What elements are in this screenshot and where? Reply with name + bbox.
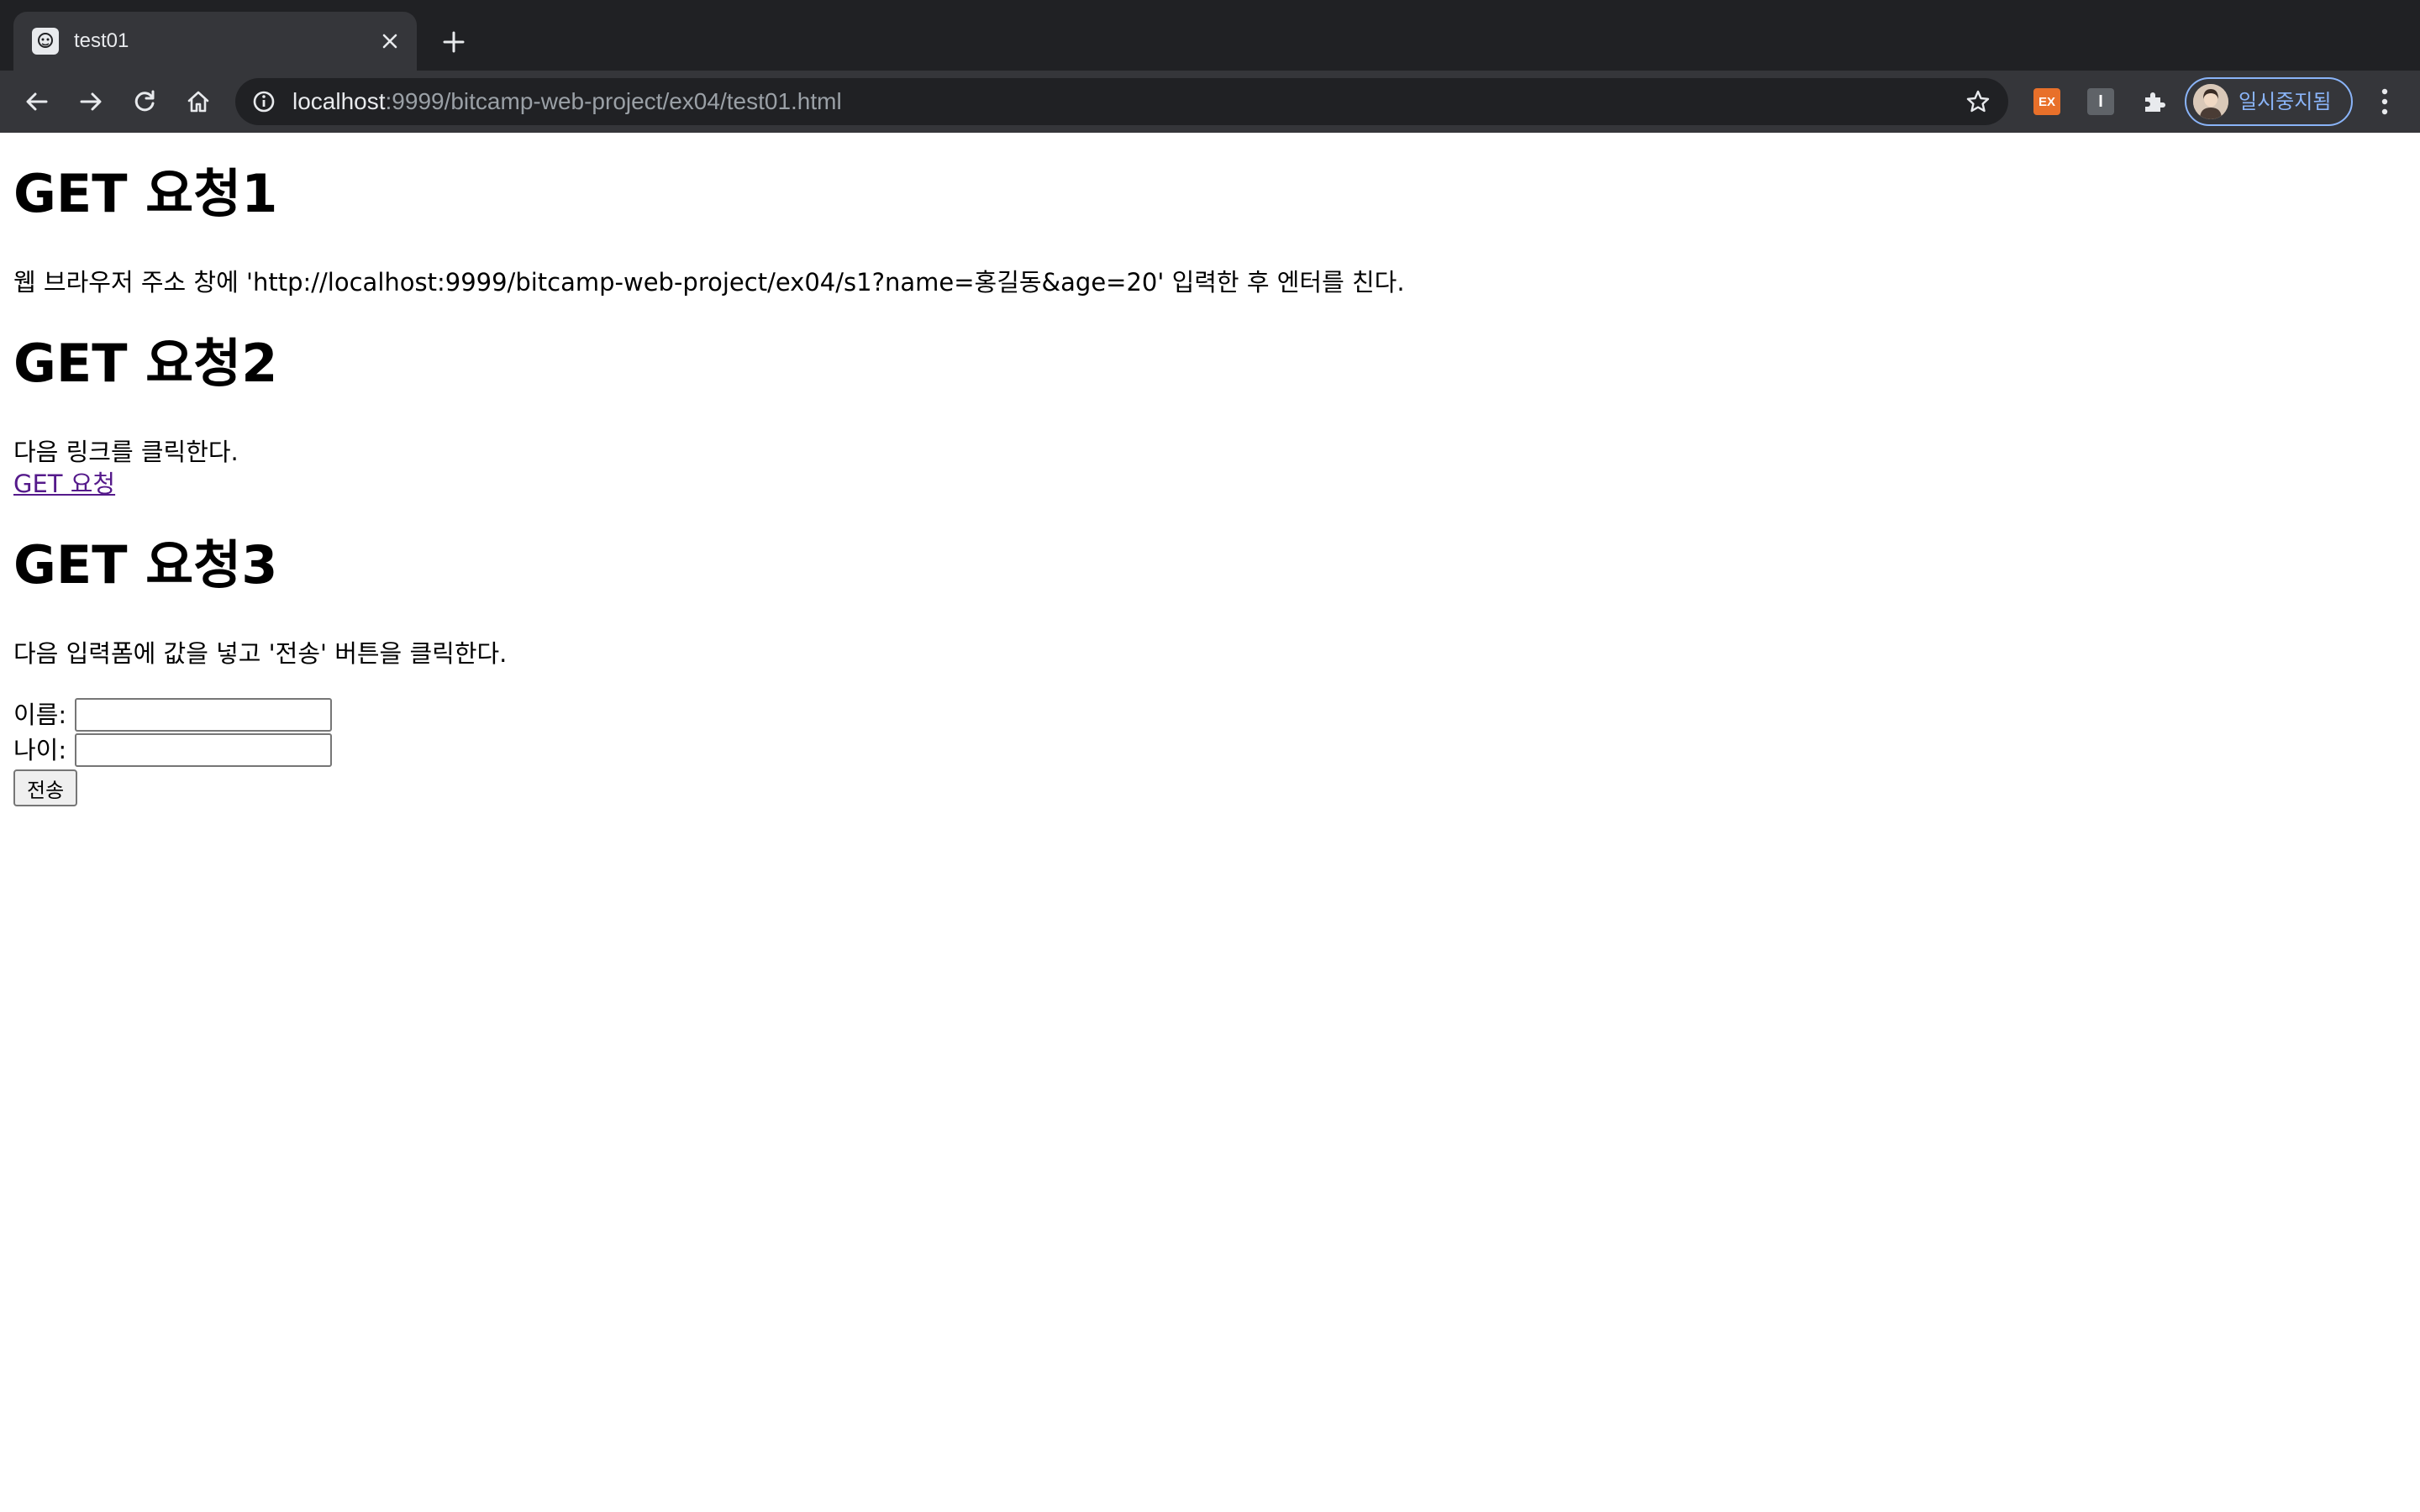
- section2-instruction: 다음 링크를 클릭한다.: [13, 438, 239, 466]
- url-text[interactable]: localhost:9999/bitcamp-web-project/ex04/…: [292, 78, 842, 125]
- get-request-form: 이름: 나이: 전송: [13, 697, 333, 806]
- ex-extension-label: EX: [2038, 94, 2055, 109]
- address-bar[interactable]: localhost:9999/bitcamp-web-project/ex04/…: [235, 78, 2008, 125]
- home-icon[interactable]: [180, 83, 217, 120]
- reload-icon[interactable]: [126, 83, 163, 120]
- url-host: localhost: [292, 88, 386, 114]
- tab-strip: test01: [0, 0, 2420, 71]
- bookmark-star-icon[interactable]: [1963, 87, 1993, 117]
- profile-button[interactable]: 일시중지됨: [2185, 77, 2353, 126]
- heading-get-request-3: GET 요청3: [13, 534, 278, 596]
- i-extension-icon[interactable]: I: [2087, 88, 2114, 115]
- age-input[interactable]: [75, 733, 333, 767]
- name-label: 이름:: [13, 701, 67, 729]
- back-arrow-icon[interactable]: [18, 83, 55, 120]
- browser-toolbar: localhost:9999/bitcamp-web-project/ex04/…: [0, 71, 2420, 133]
- favicon-icon: [32, 28, 59, 55]
- info-icon[interactable]: [252, 90, 276, 113]
- avatar: [2193, 84, 2228, 119]
- page-viewport: GET 요청1 웹 브라우저 주소 창에 'http://localhost:9…: [0, 133, 2420, 1512]
- kebab-menu-icon[interactable]: [2366, 83, 2403, 120]
- section3-instruction: 다음 입력폼에 값을 넣고 '전송' 버튼을 클릭한다.: [13, 639, 508, 668]
- tab-test01[interactable]: test01: [13, 12, 417, 71]
- forward-arrow-icon[interactable]: [72, 83, 109, 120]
- profile-status-label: 일시중지됨: [2238, 90, 2332, 113]
- name-input[interactable]: [75, 698, 333, 732]
- submit-button[interactable]: 전송: [13, 769, 78, 806]
- name-row: 이름:: [13, 697, 333, 732]
- ex-extension-icon[interactable]: EX: [2033, 88, 2060, 115]
- i-extension-label: I: [2098, 92, 2103, 111]
- close-tab-icon[interactable]: [375, 26, 405, 56]
- section1-instruction: 웹 브라우저 주소 창에 'http://localhost:9999/bitc…: [13, 268, 1405, 297]
- get-request-link[interactable]: GET 요청: [13, 467, 115, 501]
- heading-get-request-1: GET 요청1: [13, 163, 278, 224]
- tab-title: test01: [74, 29, 129, 52]
- browser-window-frame: test01 localhost:9999/bitcamp-web-projec…: [0, 0, 2420, 133]
- age-label: 나이:: [13, 736, 67, 764]
- heading-get-request-2: GET 요청2: [13, 333, 278, 394]
- new-tab-plus-icon[interactable]: [437, 25, 471, 59]
- url-path: :9999/bitcamp-web-project/ex04/test01.ht…: [385, 88, 842, 114]
- extensions-puzzle-icon[interactable]: [2136, 83, 2173, 120]
- age-row: 나이:: [13, 732, 333, 768]
